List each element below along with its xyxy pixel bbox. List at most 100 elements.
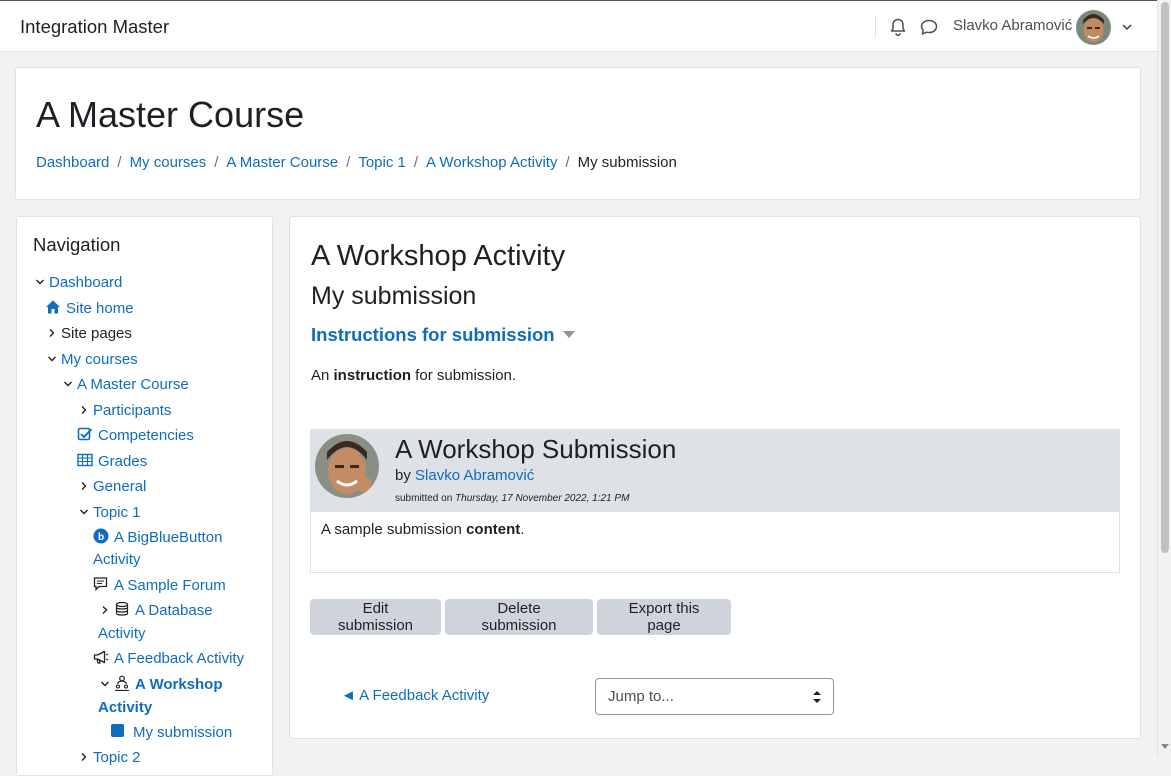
nav-label[interactable]: A BigBlueButton Activity (93, 529, 222, 568)
nav-label[interactable]: A Feedback Activity (114, 650, 244, 667)
user-avatar[interactable] (1076, 10, 1111, 45)
delete-submission-button[interactable]: Delete submission (445, 599, 593, 635)
database-icon (115, 601, 129, 616)
scroll-down-arrow-icon[interactable] (1161, 744, 1169, 749)
submission-header: A Workshop Submission by Slavko Abramovi… (311, 430, 1119, 512)
nav-item-grades[interactable]: Grades (77, 451, 147, 473)
submission-title: A Workshop Submission (395, 434, 677, 464)
breadcrumb-course[interactable]: A Master Course (226, 154, 338, 171)
export-page-button[interactable]: Export this page (597, 599, 731, 635)
submission-card: A Workshop Submission by Slavko Abramovi… (310, 429, 1120, 573)
nav-item-competencies[interactable]: Competencies (77, 425, 194, 447)
select-arrows-icon (813, 691, 821, 703)
instructions-toggle[interactable]: Instructions for submission (311, 324, 575, 346)
activity-title: A Workshop Activity (311, 240, 566, 272)
instructions-text: An instruction for submission. (311, 367, 516, 384)
nav-item-topic-2[interactable]: Topic 2 (77, 747, 141, 770)
nav-label[interactable]: General (93, 478, 146, 495)
nav-item-site-home[interactable]: Site home (45, 298, 134, 320)
nav-item-feedback[interactable]: A Feedback Activity (93, 648, 244, 670)
chevron-right-icon[interactable] (77, 748, 91, 770)
nav-item-master-course[interactable]: A Master Course (61, 374, 189, 397)
chevron-down-icon[interactable] (61, 375, 75, 397)
site-name[interactable]: Integration Master (20, 16, 169, 38)
breadcrumb-separator: / (117, 154, 122, 171)
svg-text:b: b (98, 532, 104, 543)
author-avatar[interactable] (315, 434, 379, 498)
breadcrumb-current: My submission (577, 154, 677, 171)
page-subtitle: My submission (311, 282, 477, 310)
table-icon (77, 453, 93, 467)
content-text-part: . (520, 521, 525, 538)
nav-item-bigbluebutton[interactable]: bA BigBlueButton Activity (93, 527, 263, 571)
chat-icon[interactable] (919, 17, 939, 37)
instructions-heading[interactable]: Instructions for submission (311, 324, 555, 345)
nav-item-dashboard[interactable]: Dashboard (33, 272, 122, 295)
nav-label[interactable]: My courses (61, 351, 138, 368)
chevron-right-icon[interactable] (98, 601, 112, 623)
nav-label[interactable]: Participants (93, 402, 171, 419)
caret-down-icon[interactable] (562, 331, 575, 338)
breadcrumb-dashboard[interactable]: Dashboard (36, 154, 109, 171)
submission-content: A sample submission content. (321, 521, 524, 538)
workshop-icon (115, 675, 129, 691)
home-icon (46, 300, 60, 314)
chevron-right-icon[interactable] (77, 477, 91, 499)
scrollbar-thumb[interactable] (1161, 2, 1169, 553)
page-scrollbar[interactable] (1157, 0, 1171, 757)
chevron-down-icon[interactable] (45, 350, 59, 372)
chevron-right-icon[interactable] (45, 324, 59, 346)
jump-to-select[interactable]: Jump to... (595, 678, 834, 715)
nav-item-topic-1[interactable]: Topic 1 (77, 502, 141, 525)
submitted-label: submitted on (395, 493, 453, 504)
nav-label[interactable]: A Sample Forum (114, 577, 226, 594)
breadcrumb-separator: / (214, 154, 219, 171)
page-title: A Master Course (36, 94, 305, 135)
edit-submission-button[interactable]: Edit submission (310, 599, 441, 635)
chevron-right-icon[interactable] (77, 401, 91, 423)
nav-item-participants[interactable]: Participants (77, 400, 171, 423)
submission-byline: by Slavko Abramović (395, 467, 534, 484)
forum-icon (93, 577, 108, 592)
submission-date: submitted on Thursday, 17 November 2022,… (395, 493, 629, 504)
nav-label[interactable]: Grades (98, 453, 147, 470)
instructions-text-part: for submission. (411, 367, 517, 384)
author-link[interactable]: Slavko Abramović (415, 467, 534, 484)
by-label: by (395, 467, 411, 484)
navbar-divider (875, 16, 876, 38)
nav-item-general[interactable]: General (77, 476, 146, 499)
user-name[interactable]: Slavko Abramović (953, 17, 1072, 34)
content-text-part: A sample submission (321, 521, 467, 538)
instructions-text-part: An (311, 367, 334, 384)
page-header: A Master Course Dashboard / My courses / A M… (15, 67, 1141, 200)
nav-label[interactable]: Competencies (98, 427, 194, 444)
chevron-down-icon[interactable] (33, 273, 47, 295)
chevron-down-icon[interactable] (1121, 21, 1133, 33)
nav-item-my-submission[interactable]: My submission (110, 722, 232, 744)
checkbox-icon (77, 427, 93, 441)
bigbluebutton-icon: b (93, 528, 109, 544)
nav-label[interactable]: Topic 1 (93, 504, 141, 521)
nav-item-site-pages[interactable]: Site pages (45, 323, 132, 346)
nav-label[interactable]: Dashboard (49, 274, 122, 291)
top-navbar: Integration Master Slavko Abramović (0, 0, 1157, 52)
breadcrumb-my-courses[interactable]: My courses (130, 154, 207, 171)
nav-item-my-courses[interactable]: My courses (45, 349, 138, 372)
submitted-date-value: Thursday, 17 November 2022, 1:21 PM (455, 493, 630, 504)
nav-label[interactable]: Topic 2 (93, 749, 141, 766)
nav-label[interactable]: Site home (66, 300, 134, 317)
nav-item-sample-forum[interactable]: A Sample Forum (93, 575, 226, 597)
breadcrumb-separator: / (346, 154, 351, 171)
nav-label[interactable]: My submission (133, 724, 232, 741)
previous-activity-link[interactable]: ◄ A Feedback Activity (341, 687, 489, 704)
chevron-down-icon[interactable] (77, 503, 91, 525)
nav-item-database[interactable]: A Database Activity (98, 600, 263, 645)
chevron-down-icon[interactable] (98, 675, 112, 697)
breadcrumb-topic[interactable]: Topic 1 (358, 154, 406, 171)
nav-label[interactable]: A Master Course (77, 376, 189, 393)
nav-item-workshop[interactable]: A Workshop Activity (98, 674, 263, 719)
breadcrumb-activity[interactable]: A Workshop Activity (426, 154, 557, 171)
nav-label[interactable]: Site pages (61, 325, 132, 342)
main-content: A Workshop Activity My submission Instru… (289, 216, 1141, 739)
bell-icon[interactable] (888, 17, 908, 37)
